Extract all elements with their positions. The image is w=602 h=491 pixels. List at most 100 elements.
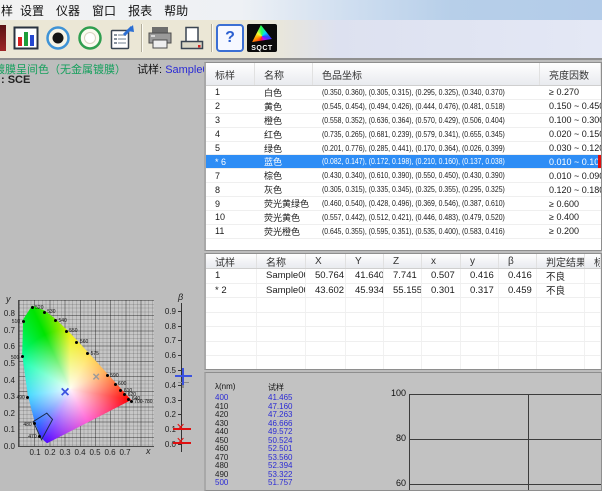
- x-axis-tick: 0.2: [42, 448, 58, 457]
- table-row[interactable]: 1Sample00150.76441.6407.7410.5070.4160.4…: [206, 269, 601, 284]
- clipped-icon[interactable]: [0, 25, 6, 51]
- samples-header-6[interactable]: x: [422, 254, 461, 268]
- sample-cell: Sample001: [257, 269, 306, 283]
- spectral-sample-column-header: 试样: [268, 382, 284, 393]
- sample-cell: 0.301: [422, 284, 461, 298]
- table-row[interactable]: 9荧光黄绿色(0.460, 0.540), (0.428, 0.496), (0…: [206, 197, 601, 211]
- standard-id: 9: [206, 199, 255, 209]
- empty-cell: [422, 327, 461, 341]
- empty-cell: [461, 298, 499, 312]
- table-row-selected[interactable]: * 6蓝色(0.082, 0.147), (0.172, 0.198), (0.…: [206, 155, 601, 169]
- empty-cell: [346, 327, 384, 341]
- sqct-logo-button[interactable]: SQCT: [247, 24, 277, 52]
- beta-axis-label: β: [178, 292, 183, 302]
- table-row[interactable]: 8灰色(0.305, 0.315), (0.335, 0.345), (0.32…: [206, 183, 601, 197]
- table-row[interactable]: 4红色(0.735, 0.265), (0.681, 0.239), (0.57…: [206, 128, 601, 142]
- empty-cell: [306, 313, 346, 327]
- samples-header-8[interactable]: β: [499, 254, 537, 268]
- empty-cell: [585, 313, 601, 327]
- standard-coordinates: (0.645, 0.355), (0.595, 0.351), (0.535, …: [313, 227, 540, 236]
- standards-header-2[interactable]: 名称: [255, 63, 313, 85]
- table-row-empty: [206, 327, 601, 342]
- empty-cell: [206, 313, 257, 327]
- menu-item-5[interactable]: 报表: [127, 1, 163, 20]
- help-button[interactable]: ?: [216, 24, 244, 52]
- menu-item-4[interactable]: 窗口: [91, 1, 127, 20]
- empty-cell: [306, 298, 346, 312]
- menu-item-1[interactable]: 样: [0, 1, 19, 20]
- toolbar-separator: [141, 24, 142, 52]
- standard-name: 蓝色: [255, 155, 313, 168]
- standards-header-4[interactable]: 亮度因数: [540, 63, 601, 85]
- table-row[interactable]: * 2Sample00243.60245.93455.1550.3010.317…: [206, 284, 601, 299]
- empty-cell: [257, 356, 306, 370]
- standards-header-1[interactable]: 标样: [206, 63, 255, 85]
- table-row[interactable]: 7棕色(0.430, 0.340), (0.610, 0.390), (0.55…: [206, 169, 601, 183]
- empty-cell: [537, 356, 585, 370]
- empty-cell: [585, 327, 601, 341]
- standard-coordinates: (0.558, 0.352), (0.636, 0.364), (0.570, …: [313, 116, 540, 125]
- locus-label-700-780: 700-780: [134, 399, 152, 405]
- status-line: 镀膜呈间色（无金属镀膜） 试样: Sample002: [1, 61, 221, 77]
- sqct-color-qc-window: 样设置仪器窗口报表帮助: [0, 0, 602, 491]
- measurement-mode-text: : SCE: [1, 74, 30, 86]
- sample2-marker: ×: [60, 388, 69, 398]
- standard-luminance-factor: 0.150 ~ 0.450: [540, 101, 601, 111]
- locus-dot: [31, 306, 34, 309]
- empty-cell: [257, 327, 306, 341]
- sample2-beta-marker: [175, 368, 192, 385]
- empty-cell: [422, 356, 461, 370]
- spectral-chart-y-axis: [409, 394, 410, 491]
- samples-header-3[interactable]: X: [306, 254, 346, 268]
- measure-sample-button[interactable]: [44, 24, 72, 52]
- table-row[interactable]: 1白色(0.350, 0.360), (0.305, 0.315), (0.29…: [206, 86, 601, 100]
- spectral-gridline-vertical: [528, 394, 529, 491]
- standards-table-body: 1白色(0.350, 0.360), (0.305, 0.315), (0.29…: [206, 86, 601, 251]
- beta-tick-label: 0.7: [158, 336, 176, 345]
- standards-header-3[interactable]: 色品坐标: [313, 63, 540, 85]
- sample-cell: 55.155: [384, 284, 422, 298]
- print-out-button[interactable]: [178, 24, 206, 52]
- standard-coordinates: (0.350, 0.360), (0.305, 0.315), (0.295, …: [313, 88, 540, 97]
- table-row[interactable]: 10荧光黄色(0.557, 0.442), (0.512, 0.421), (0…: [206, 211, 601, 225]
- menu-item-3[interactable]: 仪器: [55, 1, 91, 20]
- y-axis-tick: 0.6: [0, 342, 15, 351]
- table-row[interactable]: 2黄色(0.545, 0.454), (0.494, 0.426), (0.44…: [206, 100, 601, 114]
- menu-item-6[interactable]: 帮助: [163, 1, 199, 20]
- standard-id: 8: [206, 185, 255, 195]
- empty-cell: [257, 313, 306, 327]
- samples-header-2[interactable]: 名称: [257, 254, 306, 268]
- sample-cell: 0.317: [461, 284, 499, 298]
- samples-header-10[interactable]: 标样: [585, 254, 601, 268]
- print-button[interactable]: [146, 24, 174, 52]
- table-row[interactable]: 11荧光橙色(0.645, 0.355), (0.595, 0.351), (0…: [206, 225, 601, 239]
- samples-header-1[interactable]: 试样: [206, 254, 257, 268]
- standard-name: 荧光橙色: [255, 225, 313, 238]
- beta-limit-low-marker: ✕: [173, 436, 191, 450]
- sample1-marker: ×: [92, 372, 100, 382]
- spectral-y-tick: 100: [382, 388, 406, 398]
- samples-header-9[interactable]: 判定结果: [537, 254, 585, 268]
- menu-item-2[interactable]: 设置: [19, 1, 55, 20]
- y-axis-tick: 0.1: [0, 425, 15, 434]
- chart-button[interactable]: [12, 24, 40, 52]
- sample-cell: 0.459: [499, 284, 537, 298]
- empty-cell: [499, 298, 537, 312]
- standard-name: 荧光黄色: [255, 211, 313, 224]
- samples-header-5[interactable]: Z: [384, 254, 422, 268]
- sample-cell: 不良: [537, 284, 585, 298]
- x-axis-tick: 0.7: [117, 448, 133, 457]
- sample-cell: 43.602: [306, 284, 346, 298]
- table-row[interactable]: 3橙色(0.558, 0.352), (0.636, 0.364), (0.57…: [206, 114, 601, 128]
- samples-header-4[interactable]: Y: [346, 254, 384, 268]
- x-axis-tick: 0.5: [87, 448, 103, 457]
- table-row[interactable]: 5绿色(0.201, 0.776), (0.285, 0.441), (0.17…: [206, 142, 601, 156]
- empty-cell: [306, 342, 346, 356]
- standard-luminance-factor: 0.010 ~ 0.100: [540, 157, 601, 167]
- sample-cell: 45.934: [346, 284, 384, 298]
- report-button[interactable]: [108, 24, 136, 52]
- empty-cell: [206, 342, 257, 356]
- measure-standard-button[interactable]: [76, 24, 104, 52]
- samples-header-7[interactable]: y: [461, 254, 499, 268]
- locus-label-575: 575: [91, 351, 99, 357]
